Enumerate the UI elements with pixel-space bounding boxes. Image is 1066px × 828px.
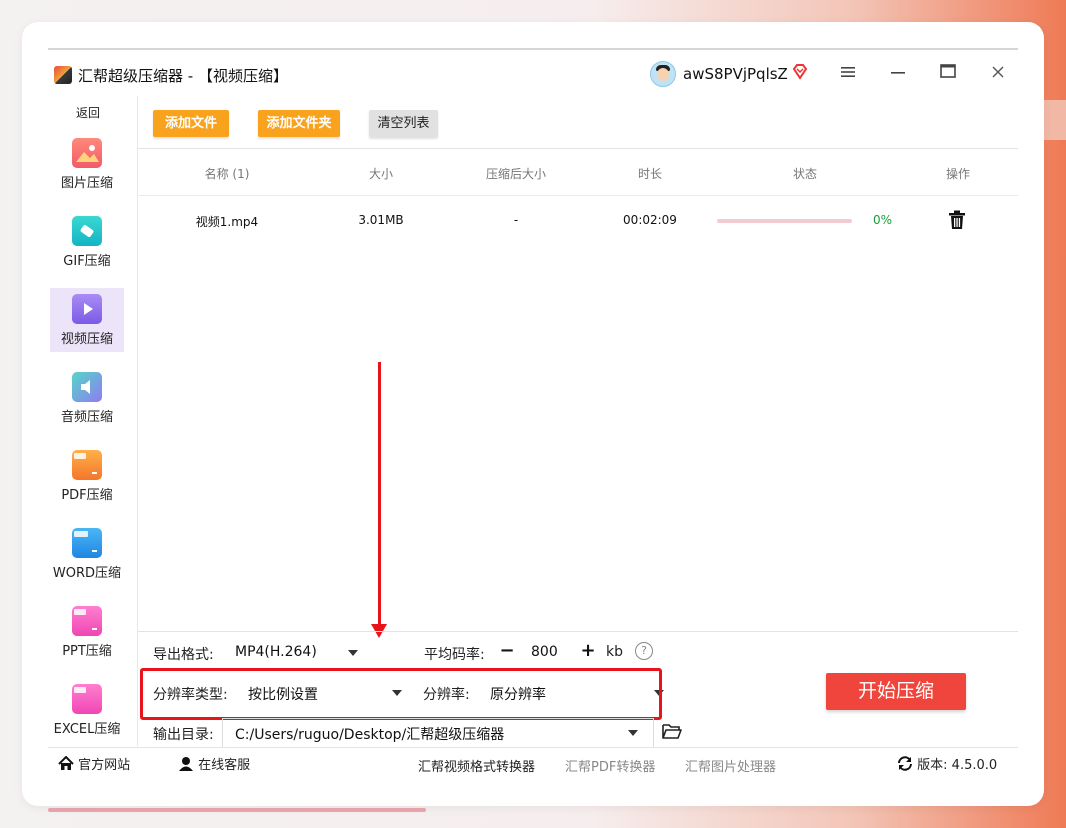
add-file-button[interactable]: 添加文件: [153, 110, 229, 137]
video-converter-link[interactable]: 汇帮视频格式转换器: [418, 756, 535, 775]
progress-bar: [717, 219, 852, 223]
sidebar-item-label: 音频压缩: [60, 410, 113, 425]
bitrate-increase-button[interactable]: +: [580, 642, 596, 660]
sidebar-item-label: 视频压缩: [60, 332, 113, 347]
column-header-name[interactable]: 名称 (1): [183, 165, 271, 182]
bitrate-input[interactable]: 800: [531, 644, 558, 660]
chevron-down-icon: [628, 730, 638, 736]
add-folder-button[interactable]: 添加文件夹: [258, 110, 340, 137]
official-site-link[interactable]: 官方网站: [58, 754, 130, 775]
window-title: 汇帮超级压缩器 - 【视频压缩】: [78, 65, 288, 86]
maximize-icon[interactable]: [937, 62, 959, 84]
refresh-icon: [897, 756, 913, 775]
divider: [48, 747, 1018, 748]
annotation-arrow: [378, 362, 381, 630]
column-header-status: 状态: [792, 167, 817, 181]
sidebar-item-label: PDF压缩: [61, 488, 113, 503]
output-dir-value: C:/Users/ruguo/Desktop/汇帮超级压缩器: [235, 727, 505, 743]
online-service-label: 在线客服: [198, 758, 251, 773]
column-header-compressed-size: 压缩后大小: [485, 167, 546, 181]
audio-icon: [72, 372, 102, 402]
file-size: 3.01MB: [358, 213, 404, 227]
online-service-link[interactable]: 在线客服: [178, 754, 250, 775]
app-window: 汇帮超级压缩器 - 【视频压缩】 awS8PVjPqlsZ 返回 图片压缩 GI…: [48, 48, 1018, 782]
sidebar-item-gif[interactable]: GIF压缩: [50, 210, 124, 274]
sidebar-item-label: EXCEL压缩: [53, 722, 121, 737]
username[interactable]: awS8PVjPqlsZ: [683, 65, 788, 83]
image-icon: [72, 138, 102, 168]
column-header-size: 大小: [368, 167, 393, 181]
gif-icon: [72, 216, 102, 246]
app-name: 汇帮超级压缩器: [78, 67, 184, 85]
divider: [138, 631, 1018, 632]
customer-service-icon: [178, 756, 194, 775]
pdf-icon: [72, 450, 102, 480]
word-icon: [72, 528, 102, 558]
progress-percent: 0%: [873, 213, 893, 227]
avatar[interactable]: [650, 61, 676, 87]
version-value: 4.5.0.0: [951, 758, 998, 773]
clear-list-button[interactable]: 清空列表: [369, 110, 438, 137]
compressed-size: -: [513, 213, 519, 227]
page-name: 【视频压缩】: [197, 67, 288, 85]
duration: 00:02:09: [623, 213, 677, 227]
sidebar-item-label: 图片压缩: [60, 176, 113, 191]
app-logo-icon: [54, 66, 72, 84]
sidebar-item-pdf[interactable]: PDF压缩: [50, 444, 124, 508]
video-icon: [72, 294, 102, 324]
output-dir-label: 输出目录:: [153, 727, 214, 743]
sidebar: 返回 图片压缩 GIF压缩 视频压缩 音频压缩 PDF压缩 WORD压缩 PPT…: [48, 96, 138, 746]
sidebar-item-label: WORD压缩: [52, 566, 122, 581]
format-label: 导出格式:: [153, 647, 214, 663]
back-button[interactable]: 返回: [48, 104, 128, 121]
sidebar-item-image[interactable]: 图片压缩: [50, 132, 124, 196]
title-separator: -: [183, 67, 198, 85]
sidebar-item-word[interactable]: WORD压缩: [50, 522, 124, 586]
folder-open-icon[interactable]: [662, 722, 682, 740]
divider: [138, 195, 1018, 196]
format-value: MP4(H.264): [235, 644, 317, 660]
file-name: 视频1.mp4: [195, 215, 259, 229]
home-icon: [58, 755, 74, 775]
highlight-box: [140, 668, 662, 720]
excel-icon: [72, 684, 102, 714]
image-processor-link[interactable]: 汇帮图片处理器: [685, 756, 776, 775]
sidebar-item-ppt[interactable]: PPT压缩: [50, 600, 124, 664]
minimize-icon[interactable]: [887, 62, 909, 84]
chevron-down-icon: [348, 650, 358, 656]
version-label: 版本:: [917, 758, 948, 773]
sidebar-item-audio[interactable]: 音频压缩: [50, 366, 124, 430]
sidebar-item-label: PPT压缩: [62, 644, 112, 659]
bitrate-label: 平均码率:: [424, 647, 485, 663]
start-compress-button[interactable]: 开始压缩: [826, 673, 966, 710]
official-site-label: 官方网站: [78, 758, 131, 773]
bitrate-unit: kb: [606, 644, 623, 660]
sidebar-item-video[interactable]: 视频压缩: [50, 288, 124, 352]
pdf-converter-link[interactable]: 汇帮PDF转换器: [565, 756, 655, 775]
menu-icon[interactable]: [837, 62, 859, 84]
help-icon[interactable]: ?: [635, 642, 653, 660]
output-dir-select[interactable]: C:/Users/ruguo/Desktop/汇帮超级压缩器: [222, 718, 654, 748]
column-header-actions: 操作: [945, 167, 970, 181]
trash-icon[interactable]: [948, 210, 966, 230]
close-icon[interactable]: [987, 62, 1009, 84]
bitrate-decrease-button[interactable]: −: [499, 642, 515, 660]
divider: [138, 148, 1018, 149]
sidebar-item-excel[interactable]: EXCEL压缩: [50, 678, 124, 742]
column-header-duration: 时长: [637, 167, 662, 181]
title-bar: 汇帮超级压缩器 - 【视频压缩】 awS8PVjPqlsZ: [48, 50, 1018, 96]
sidebar-item-label: GIF压缩: [63, 254, 111, 269]
background-line: [48, 808, 426, 812]
ppt-icon: [72, 606, 102, 636]
version-info[interactable]: 版本: 4.5.0.0: [897, 754, 997, 775]
vip-diamond-icon[interactable]: [791, 63, 809, 81]
